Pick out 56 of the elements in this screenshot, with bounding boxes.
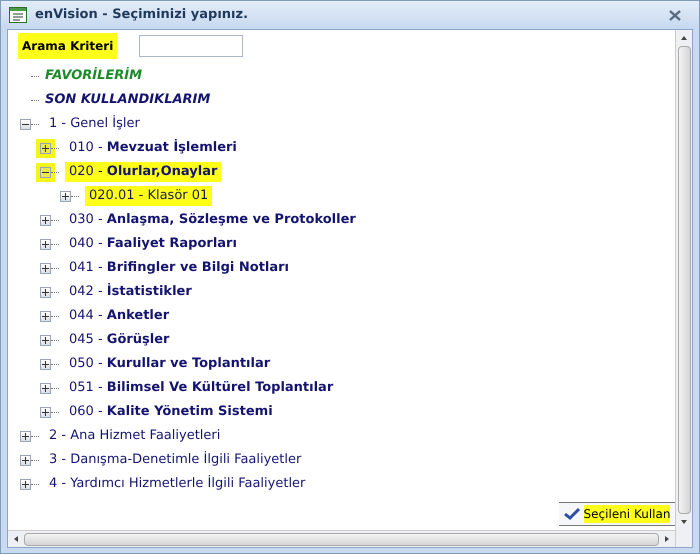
expand-toggle[interactable] bbox=[60, 190, 71, 202]
button-label: Seçileni Kullan bbox=[584, 505, 670, 523]
tree-item[interactable]: 044 - Anketler bbox=[65, 306, 174, 326]
tree-item[interactable]: 4 - Yardımcı Hizmetlerle İlgili Faaliyetler bbox=[45, 474, 310, 494]
plus-icon bbox=[22, 432, 29, 440]
plus-icon bbox=[42, 360, 49, 368]
tree-item[interactable]: 045 - Görüşler bbox=[65, 330, 174, 350]
tree-item[interactable]: 030 - Anlaşma, Sözleşme ve Protokoller bbox=[65, 210, 360, 230]
plus-icon bbox=[42, 216, 49, 224]
tree-item[interactable]: 1 - Genel İşler bbox=[45, 114, 144, 134]
plus-icon bbox=[22, 480, 29, 488]
expand-toggle[interactable] bbox=[40, 358, 51, 370]
expand-toggle[interactable] bbox=[20, 454, 31, 466]
tree-item[interactable]: 050 - Kurullar ve Toplantılar bbox=[65, 354, 274, 374]
plus-icon bbox=[42, 288, 49, 296]
tree-item[interactable]: 041 - Brifingler ve Bilgi Notları bbox=[65, 258, 294, 278]
window-icon bbox=[9, 7, 27, 23]
checkmark-icon bbox=[564, 508, 580, 520]
plus-icon bbox=[42, 384, 49, 392]
plus-icon bbox=[42, 264, 49, 272]
tree-item[interactable]: 2 - Ana Hizmet Faaliyetleri bbox=[45, 426, 224, 446]
vertical-scrollbar[interactable] bbox=[675, 30, 692, 547]
expand-toggle[interactable] bbox=[40, 334, 51, 346]
tree-item[interactable]: 010 - Mevzuat İşlemleri bbox=[65, 138, 241, 158]
expand-toggle[interactable] bbox=[40, 262, 51, 274]
window-title: enVision - Seçiminizi yapınız. bbox=[35, 6, 248, 24]
expand-toggle[interactable] bbox=[40, 238, 51, 250]
expand-toggle[interactable] bbox=[40, 214, 51, 226]
use-selected-button[interactable]: Seçileni Kullan bbox=[559, 502, 675, 526]
tree-item[interactable]: FAVORİLERİM bbox=[45, 66, 142, 86]
expand-toggle[interactable] bbox=[20, 478, 31, 490]
plus-icon bbox=[42, 336, 49, 344]
tree-item[interactable]: 3 - Danışma-Denetimle İlgili Faaliyetler bbox=[45, 450, 306, 470]
tree-item[interactable]: 020 - Olurlar,Onaylar bbox=[65, 162, 222, 182]
plus-icon bbox=[22, 456, 29, 464]
plus-icon bbox=[42, 240, 49, 248]
plus-icon bbox=[42, 144, 49, 152]
tree-item[interactable]: 040 - Faaliyet Raporları bbox=[65, 234, 241, 254]
tree-item[interactable]: 051 - Bilimsel Ve Kültürel Toplantılar bbox=[65, 378, 338, 398]
search-label: Arama Kriteri bbox=[18, 33, 118, 59]
expand-toggle[interactable] bbox=[40, 382, 51, 394]
expand-toggle[interactable] bbox=[40, 286, 51, 298]
plus-icon bbox=[42, 408, 49, 416]
tree-item[interactable]: 020.01 - Klasör 01 bbox=[85, 186, 212, 206]
tree-item[interactable]: 042 - İstatistikler bbox=[65, 282, 196, 302]
plus-icon bbox=[42, 312, 49, 320]
tree-item[interactable]: SON KULLANDIKLARIM bbox=[45, 90, 210, 110]
horizontal-scrollbar[interactable] bbox=[8, 530, 675, 547]
expand-toggle[interactable] bbox=[40, 406, 51, 418]
collapse-toggle[interactable] bbox=[20, 118, 31, 130]
close-icon bbox=[669, 10, 681, 20]
plus-icon bbox=[62, 192, 69, 200]
expand-toggle[interactable] bbox=[20, 430, 31, 442]
expand-toggle[interactable] bbox=[40, 310, 51, 322]
tree-item[interactable]: 060 - Kalite Yönetim Sistemi bbox=[65, 402, 277, 422]
search-field[interactable] bbox=[139, 35, 244, 57]
